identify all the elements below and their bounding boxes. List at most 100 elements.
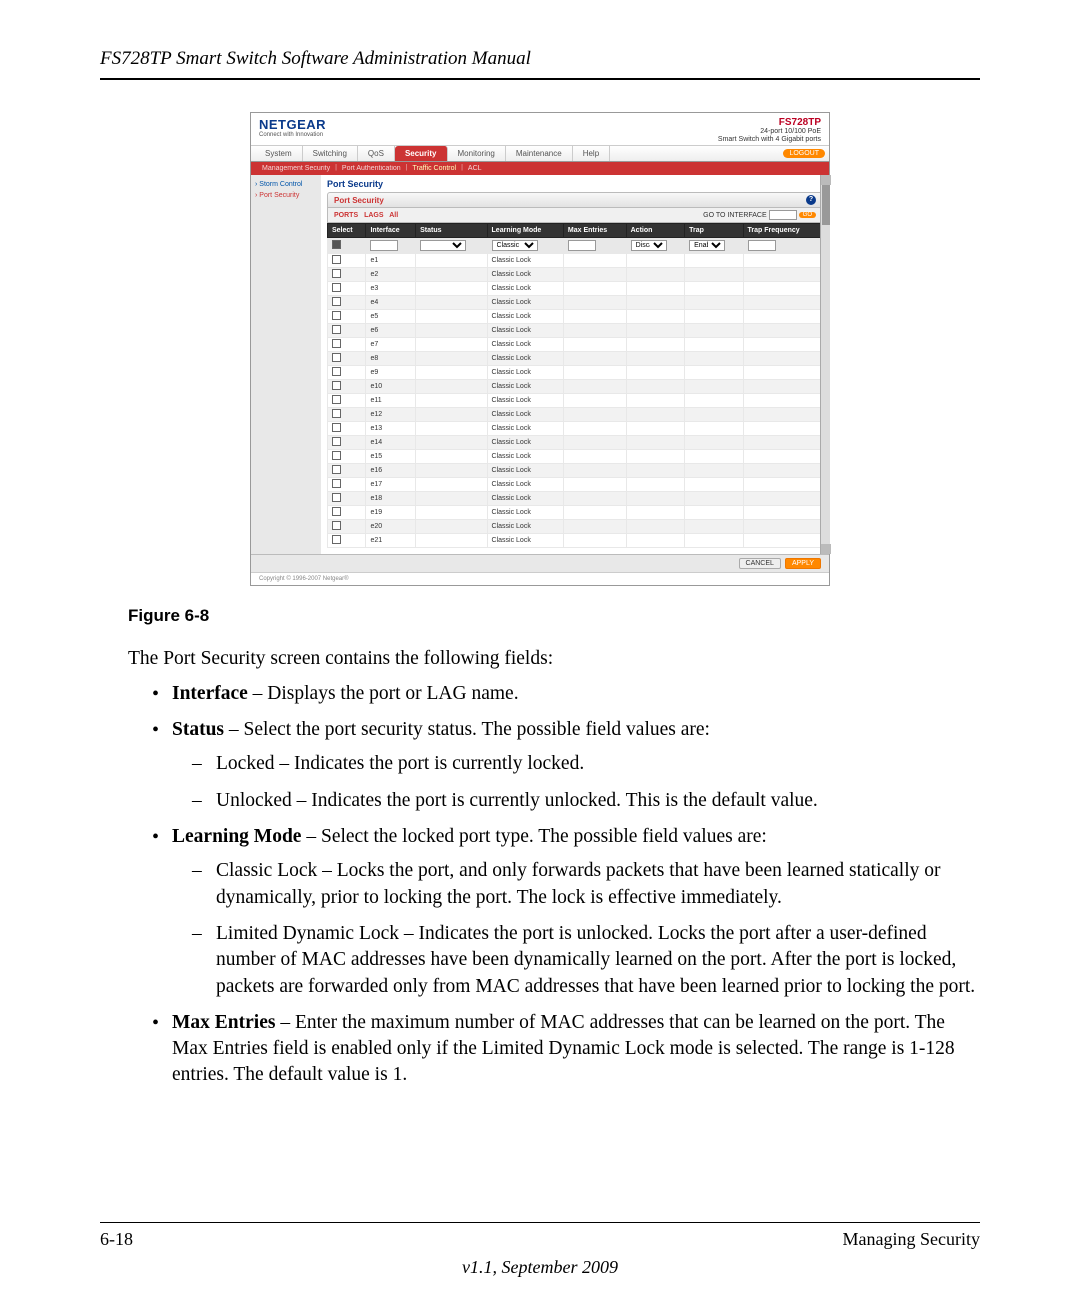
row-checkbox[interactable] bbox=[332, 493, 341, 502]
row-checkbox[interactable] bbox=[332, 297, 341, 306]
cell-learning: Classic Lock bbox=[487, 310, 563, 324]
tab-maintenance[interactable]: Maintenance bbox=[506, 146, 573, 161]
model-name: FS728TP bbox=[779, 117, 821, 128]
ctrl-trap-select[interactable]: Enable bbox=[689, 240, 725, 251]
select-all-checkbox[interactable] bbox=[332, 240, 341, 249]
cell-status bbox=[416, 338, 487, 352]
ctrl-learning-select[interactable]: Classic Lock bbox=[492, 240, 538, 251]
subtab-acl[interactable]: ACL bbox=[465, 164, 485, 173]
subtab-mgmt-security[interactable]: Management Security bbox=[259, 164, 333, 173]
help-icon[interactable]: ? bbox=[806, 195, 816, 205]
apply-button[interactable]: APPLY bbox=[785, 558, 821, 569]
row-checkbox[interactable] bbox=[332, 479, 341, 488]
row-checkbox[interactable] bbox=[332, 521, 341, 530]
sidebar-item-port-security[interactable]: › Port Security bbox=[255, 192, 317, 199]
cell-status bbox=[416, 366, 487, 380]
scrollbar[interactable] bbox=[820, 175, 830, 554]
cell-status bbox=[416, 464, 487, 478]
ctrl-trapfreq-input[interactable] bbox=[748, 240, 776, 251]
cell-status bbox=[416, 436, 487, 450]
filter-lags[interactable]: LAGS bbox=[364, 212, 383, 219]
cell-status bbox=[416, 324, 487, 338]
cell-trapfreq bbox=[743, 520, 822, 534]
goto-label: GO TO INTERFACE bbox=[703, 212, 767, 219]
cell-learning: Classic Lock bbox=[487, 408, 563, 422]
ctrl-interface-input[interactable] bbox=[370, 240, 398, 251]
cell-max bbox=[563, 282, 626, 296]
scroll-down-icon[interactable] bbox=[821, 544, 831, 554]
goto-input[interactable] bbox=[769, 210, 797, 220]
cell-action bbox=[626, 352, 684, 366]
cell-max bbox=[563, 296, 626, 310]
row-checkbox[interactable] bbox=[332, 255, 341, 264]
cell-trapfreq bbox=[743, 394, 822, 408]
scroll-thumb[interactable] bbox=[822, 185, 830, 225]
go-button[interactable]: GO bbox=[799, 212, 816, 218]
logout-button[interactable]: LOGOUT bbox=[783, 149, 825, 158]
cell-learning: Classic Lock bbox=[487, 464, 563, 478]
row-checkbox[interactable] bbox=[332, 395, 341, 404]
row-checkbox[interactable] bbox=[332, 325, 341, 334]
cell-trap bbox=[685, 380, 743, 394]
cell-interface: e7 bbox=[366, 338, 416, 352]
scroll-up-icon[interactable] bbox=[821, 175, 831, 185]
cell-trap bbox=[685, 422, 743, 436]
subtab-port-auth[interactable]: Port Authentication bbox=[339, 164, 404, 173]
ctrl-max-input[interactable] bbox=[568, 240, 596, 251]
row-checkbox[interactable] bbox=[332, 409, 341, 418]
row-checkbox[interactable] bbox=[332, 367, 341, 376]
cell-max bbox=[563, 464, 626, 478]
cancel-button[interactable]: CANCEL bbox=[739, 558, 781, 569]
tab-switching[interactable]: Switching bbox=[303, 146, 358, 161]
tab-system[interactable]: System bbox=[255, 146, 303, 161]
cell-action bbox=[626, 282, 684, 296]
row-checkbox[interactable] bbox=[332, 423, 341, 432]
cell-trap bbox=[685, 464, 743, 478]
cell-interface: e6 bbox=[366, 324, 416, 338]
learning-classic: Classic Lock – Locks the port, and only … bbox=[192, 858, 980, 911]
tab-monitoring[interactable]: Monitoring bbox=[448, 146, 506, 161]
row-checkbox[interactable] bbox=[332, 535, 341, 544]
cell-action bbox=[626, 450, 684, 464]
ctrl-status-select[interactable] bbox=[420, 240, 466, 251]
cell-max bbox=[563, 520, 626, 534]
sidebar-item-storm-control[interactable]: › Storm Control bbox=[255, 181, 317, 188]
subtab-traffic-control[interactable]: Traffic Control bbox=[410, 164, 460, 173]
row-checkbox[interactable] bbox=[332, 311, 341, 320]
table-row: e6Classic Lock bbox=[328, 324, 823, 338]
tab-security[interactable]: Security bbox=[395, 146, 448, 161]
cell-trapfreq bbox=[743, 352, 822, 366]
panel-subtitle-bar: Port Security ? bbox=[327, 192, 823, 208]
cell-trapfreq bbox=[743, 338, 822, 352]
tab-qos[interactable]: QoS bbox=[358, 146, 395, 161]
filter-all[interactable]: All bbox=[389, 212, 398, 219]
tab-help[interactable]: Help bbox=[573, 146, 610, 161]
row-checkbox[interactable] bbox=[332, 269, 341, 278]
cell-max bbox=[563, 324, 626, 338]
filter-ports[interactable]: PORTS bbox=[334, 212, 358, 219]
cell-max bbox=[563, 478, 626, 492]
cell-learning: Classic Lock bbox=[487, 436, 563, 450]
cell-status bbox=[416, 492, 487, 506]
model-sub2: Smart Switch with 4 Gigabit ports bbox=[718, 136, 821, 143]
ctrl-action-select[interactable]: Discard bbox=[631, 240, 667, 251]
intro-text: The Port Security screen contains the fo… bbox=[128, 646, 980, 672]
main-panel: Port Security Port Security ? PORTS LAGS… bbox=[321, 175, 829, 554]
table-row: e13Classic Lock bbox=[328, 422, 823, 436]
row-checkbox[interactable] bbox=[332, 339, 341, 348]
row-checkbox[interactable] bbox=[332, 283, 341, 292]
row-checkbox[interactable] bbox=[332, 353, 341, 362]
status-unlocked: Unlocked – Indicates the port is current… bbox=[192, 788, 980, 814]
cell-action bbox=[626, 296, 684, 310]
cell-status bbox=[416, 534, 487, 548]
cell-learning: Classic Lock bbox=[487, 296, 563, 310]
row-checkbox[interactable] bbox=[332, 465, 341, 474]
cell-action bbox=[626, 254, 684, 268]
row-checkbox[interactable] bbox=[332, 437, 341, 446]
row-checkbox[interactable] bbox=[332, 381, 341, 390]
row-checkbox[interactable] bbox=[332, 451, 341, 460]
cell-learning: Classic Lock bbox=[487, 506, 563, 520]
section-name: Managing Security bbox=[843, 1229, 980, 1250]
row-checkbox[interactable] bbox=[332, 507, 341, 516]
status-locked: Locked – Indicates the port is currently… bbox=[192, 751, 980, 777]
